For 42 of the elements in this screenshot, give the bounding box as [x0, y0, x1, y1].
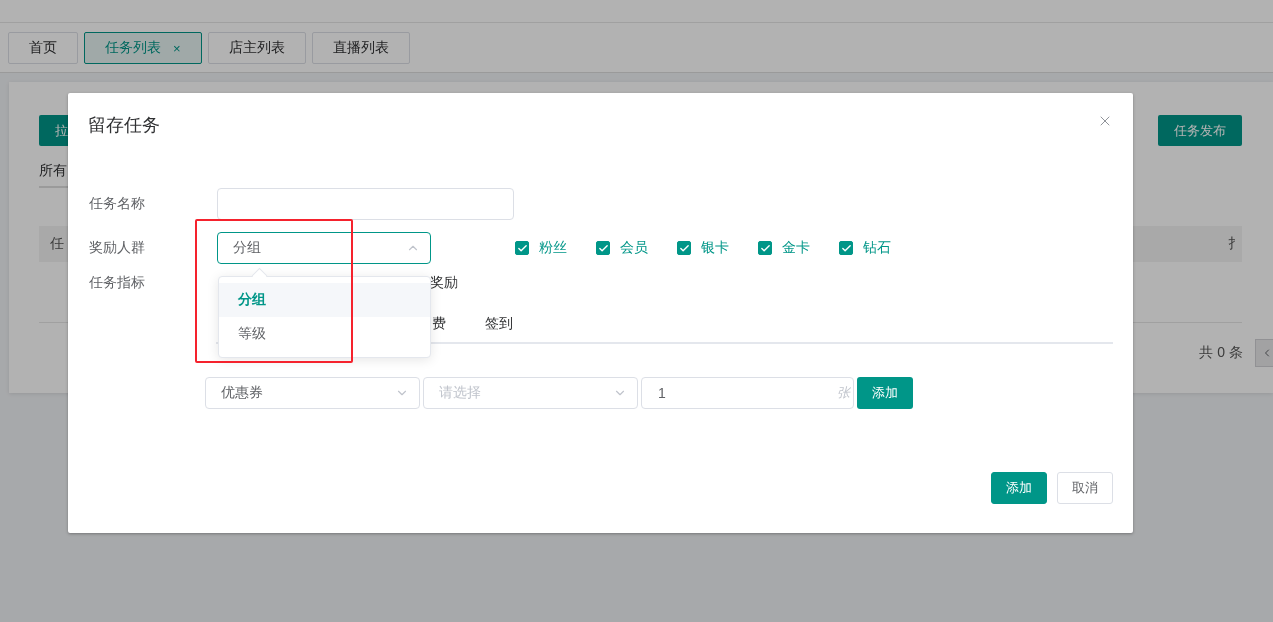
page-tab[interactable]: 任务列表 × — [84, 32, 202, 64]
field-label: 奖励人群 — [88, 239, 146, 257]
checkbox-icon[interactable] — [839, 241, 853, 255]
audience-checkbox[interactable]: 钻石 — [839, 239, 891, 257]
tab-close-button[interactable]: × — [173, 40, 181, 56]
dialog-title: 留存任务 — [88, 114, 160, 137]
submit-button[interactable]: 添加 — [991, 472, 1047, 504]
task-name-input[interactable] — [217, 188, 514, 220]
prev-page-button[interactable] — [1255, 339, 1273, 367]
dropdown-option[interactable]: 等级 — [219, 317, 430, 351]
checkbox-icon[interactable] — [515, 241, 529, 255]
total-count: 共 0 条 — [1199, 344, 1243, 362]
field-label: 任务名称 — [88, 195, 146, 213]
checkbox-icon[interactable] — [677, 241, 691, 255]
page-tab[interactable]: 首页 — [8, 32, 78, 64]
column-header: 任 — [50, 235, 64, 253]
checkbox-label: 银卡 — [701, 239, 729, 257]
reward-type-select[interactable]: 优惠券 — [205, 377, 420, 409]
column-header: 扌 — [1228, 235, 1242, 253]
checkbox-label: 粉丝 — [539, 239, 567, 257]
field-label: 任务指标 — [88, 274, 146, 292]
publish-button[interactable]: 任务发布 — [1158, 115, 1242, 146]
checkbox-icon[interactable] — [596, 241, 610, 255]
audience-checkbox[interactable]: 会员 — [596, 239, 648, 257]
audience-checkbox[interactable]: 银卡 — [677, 239, 729, 257]
quantity-input[interactable]: 1 张 — [641, 377, 854, 409]
audience-checkbox[interactable]: 金卡 — [758, 239, 810, 257]
metric-text: 奖励 — [430, 274, 458, 292]
checkbox-icon[interactable] — [758, 241, 772, 255]
checkbox-label: 会员 — [620, 239, 648, 257]
metric-tab[interactable]: 费 — [432, 315, 446, 333]
add-reward-button[interactable]: 添加 — [857, 377, 913, 409]
unit-suffix: 张 — [837, 384, 850, 402]
checkbox-label: 钻石 — [863, 239, 891, 257]
metric-tab[interactable]: 签到 — [485, 315, 513, 333]
audience-select[interactable]: 分组 — [217, 232, 431, 264]
checkbox-label: 金卡 — [782, 239, 810, 257]
page-tab[interactable]: 店主列表 — [207, 32, 306, 64]
page-tab[interactable]: 直播列表 — [311, 32, 410, 64]
dropdown-option[interactable]: 分组 — [219, 283, 430, 317]
cancel-button[interactable]: 取消 — [1057, 472, 1113, 504]
audience-checkbox[interactable]: 粉丝 — [515, 239, 567, 257]
